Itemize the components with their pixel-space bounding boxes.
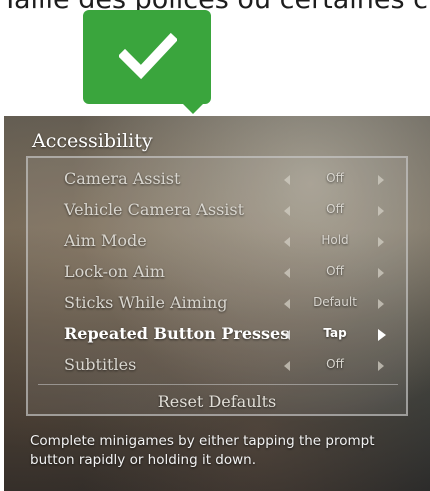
arrow-right-icon[interactable] — [378, 329, 386, 341]
menu-row-label: Camera Assist — [64, 169, 181, 188]
arrow-left-icon[interactable] — [284, 206, 290, 216]
menu-row-label: Sticks While Aiming — [64, 293, 228, 312]
menu-row-subtitles[interactable]: Subtitles Off — [28, 351, 406, 381]
speech-bubble-tail — [179, 100, 207, 114]
arrow-left-icon[interactable] — [284, 361, 290, 371]
menu-row-label: Lock-on Aim — [64, 262, 165, 281]
arrow-right-icon[interactable] — [378, 299, 384, 309]
arrow-left-icon[interactable] — [284, 299, 290, 309]
speech-bubble — [83, 10, 211, 104]
menu-row-repeated-button-presses[interactable]: Repeated Button Presses Tap — [28, 320, 406, 350]
arrow-left-icon[interactable] — [284, 175, 290, 185]
menu-row-value: Off — [326, 202, 344, 216]
menu-row-sticks-while-aiming[interactable]: Sticks While Aiming Default — [28, 289, 406, 319]
menu-row-value: Tap — [323, 326, 347, 340]
menu-row-value: Default — [313, 295, 357, 309]
menu-row-aim-mode[interactable]: Aim Mode Hold — [28, 227, 406, 257]
menu-row-value: Hold — [321, 233, 349, 247]
menu-row-camera-assist[interactable]: Camera Assist Off — [28, 165, 406, 195]
menu-row-value: Off — [326, 264, 344, 278]
menu-row-vehicle-camera-assist[interactable]: Vehicle Camera Assist Off — [28, 196, 406, 226]
menu-row-value: Off — [326, 357, 344, 371]
arrow-right-icon[interactable] — [378, 361, 384, 371]
arrow-right-icon[interactable] — [378, 268, 384, 278]
reset-defaults-button[interactable]: Reset Defaults — [28, 392, 406, 411]
menu-row-label: Subtitles — [64, 355, 137, 374]
arrow-right-icon[interactable] — [378, 175, 384, 185]
menu-row-lock-on-aim[interactable]: Lock-on Aim Off — [28, 258, 406, 288]
arrow-left-icon[interactable] — [284, 268, 290, 278]
accessibility-panel: Camera Assist Off Vehicle Camera Assist … — [26, 156, 408, 416]
arrow-right-icon[interactable] — [378, 206, 384, 216]
option-description: Complete minigames by either tapping the… — [30, 433, 375, 468]
arrow-left-icon[interactable] — [284, 330, 290, 340]
menu-row-label: Repeated Button Presses — [64, 324, 290, 343]
menu-title: Accessibility — [32, 130, 153, 152]
divider — [38, 384, 398, 385]
menu-row-label: Vehicle Camera Assist — [64, 200, 245, 219]
menu-row-value: Off — [326, 171, 344, 185]
check-icon — [119, 32, 177, 80]
game-screen: Accessibility Camera Assist Off Vehicle … — [4, 116, 430, 491]
menu-row-label: Aim Mode — [64, 231, 147, 250]
arrow-left-icon[interactable] — [284, 237, 290, 247]
arrow-right-icon[interactable] — [378, 237, 384, 247]
cropped-caption: Taille des polices ou certaines c — [0, 0, 430, 24]
